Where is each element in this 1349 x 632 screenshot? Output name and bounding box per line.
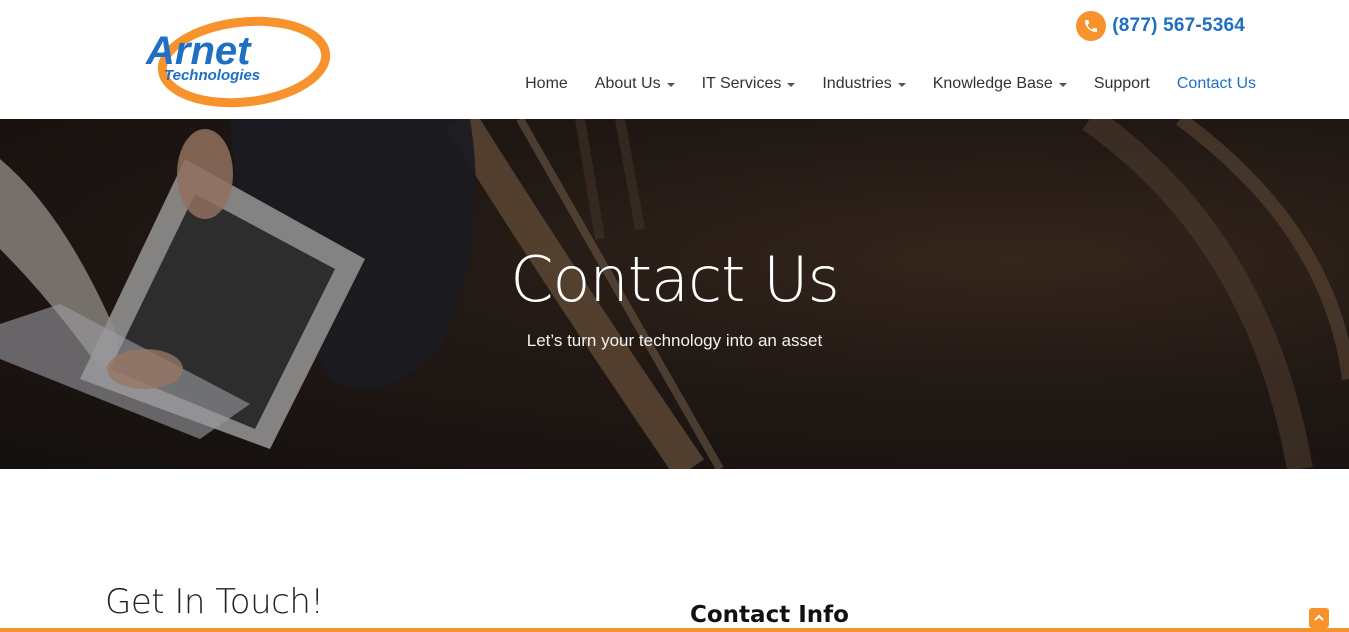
caret-down-icon [897, 83, 906, 87]
chevron-up-icon [1314, 614, 1324, 621]
logo-subtitle: Technologies [164, 67, 260, 84]
site-header: Arnet Technologies (877) 567-5364 Home A… [0, 0, 1349, 119]
nav-item-about-us[interactable]: About Us [595, 75, 675, 93]
hero-subtitle: Let’s turn your technology into an asset [526, 331, 823, 350]
caret-down-icon [666, 83, 675, 87]
nav-item-label: About Us [594, 75, 661, 92]
scroll-to-top-button[interactable] [1309, 608, 1329, 628]
caret-down-icon [1058, 83, 1067, 87]
phone-icon [1076, 11, 1107, 41]
nav-item-label: Support [1093, 75, 1150, 92]
nav-item-contact-us[interactable]: Contact Us [1177, 75, 1256, 93]
main-nav: Home About Us IT Services Industries Kno… [498, 72, 1256, 96]
nav-item-knowledge-base[interactable]: Knowledge Base [933, 75, 1067, 93]
nav-item-label: Industries [822, 75, 892, 92]
nav-item-support[interactable]: Support [1094, 75, 1150, 93]
nav-item-label: Contact Us [1176, 75, 1256, 92]
nav-item-label: Knowledge Base [932, 75, 1053, 92]
arnet-logo[interactable]: Arnet Technologies [140, 12, 330, 110]
phone-number[interactable]: (877) 567-5364 [1112, 15, 1245, 37]
nav-item-label: Home [525, 75, 568, 92]
caret-down-icon [787, 83, 796, 87]
nav-item-industries[interactable]: Industries [822, 75, 906, 93]
get-in-touch-heading: Get In Touch! [105, 582, 324, 622]
contact-info-heading: Contact Info [690, 602, 849, 628]
nav-item-home[interactable]: Home [525, 75, 568, 93]
hero-title: Contact Us [510, 243, 840, 316]
nav-item-label: IT Services [701, 75, 782, 92]
header-phone[interactable]: (877) 567-5364 [1076, 10, 1245, 42]
hero-banner: Contact Us Let’s turn your technology in… [0, 119, 1349, 469]
nav-item-it-services[interactable]: IT Services [702, 75, 796, 93]
bottom-accent-bar [0, 628, 1349, 632]
